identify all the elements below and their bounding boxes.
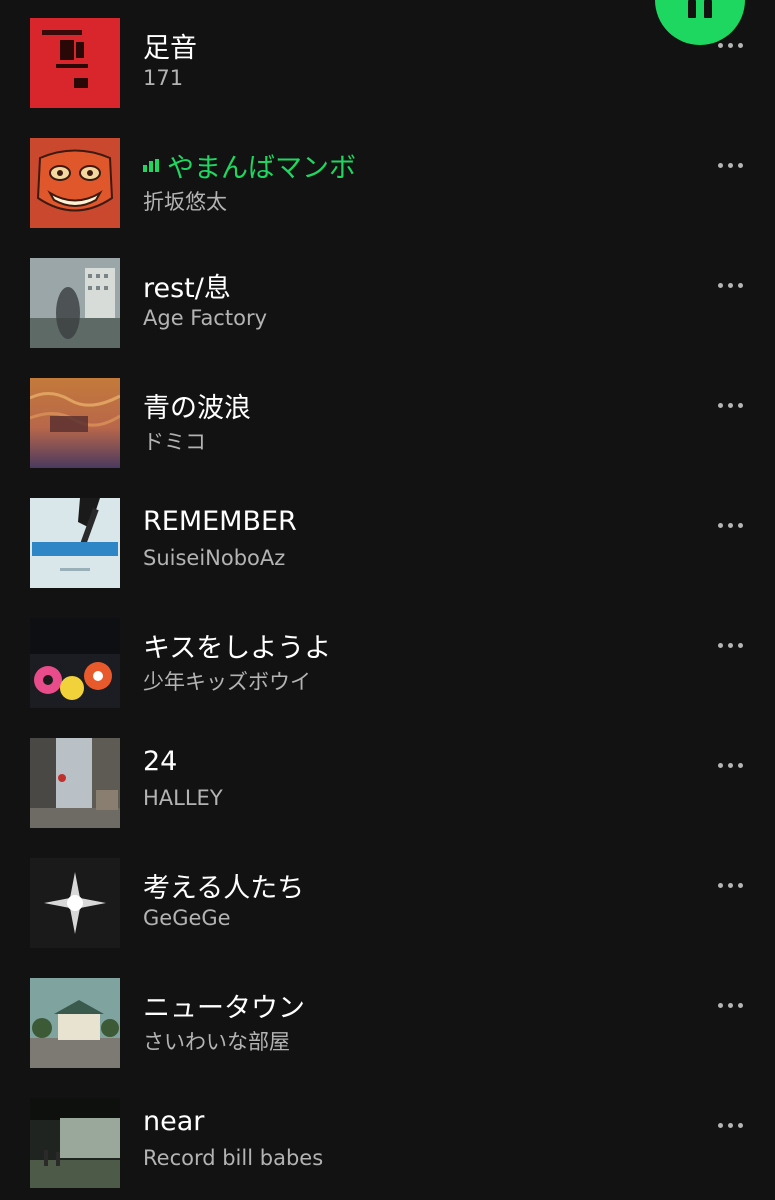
album-art (30, 498, 120, 588)
track-title: 考える人たち (143, 873, 305, 904)
track-row[interactable]: ニュータウン さいわいな部屋 (0, 960, 775, 1080)
track-title: near (143, 1106, 205, 1137)
album-art (30, 138, 120, 228)
album-art (30, 738, 120, 828)
more-options-button[interactable] (708, 398, 752, 412)
album-art (30, 978, 120, 1068)
track-row[interactable]: near Record bill babes (0, 1080, 775, 1200)
track-title: 24 (143, 746, 178, 777)
more-options-button[interactable] (708, 518, 752, 532)
track-artist: HALLEY (143, 786, 223, 810)
more-options-button[interactable] (708, 1118, 752, 1132)
track-title: rest/息 (143, 273, 231, 304)
album-art (30, 1098, 120, 1188)
album-art (30, 858, 120, 948)
track-artist: さいわいな部屋 (143, 1030, 290, 1054)
track-title: ニュータウン (143, 993, 305, 1024)
album-art (30, 258, 120, 348)
track-row[interactable]: 足音 171 (0, 0, 775, 120)
track-row[interactable]: rest/息 Age Factory (0, 240, 775, 360)
track-artist: Age Factory (143, 306, 268, 330)
track-row[interactable]: やまんばマンボ 折坂悠太 (0, 120, 775, 240)
track-artist: ドミコ (143, 430, 206, 454)
track-title: REMEMBER (143, 506, 297, 537)
more-options-button[interactable] (708, 998, 752, 1012)
track-artist: Record bill babes (143, 1146, 324, 1170)
track-row[interactable]: キスをしようよ 少年キッズボウイ (0, 600, 775, 720)
track-row[interactable]: 24 HALLEY (0, 720, 775, 840)
album-art (30, 378, 120, 468)
playlist-screen: 足音 171 やまんばマンボ 折坂悠太 rest/息 Age Factory 青… (0, 0, 775, 1200)
now-playing-equalizer-icon (143, 159, 159, 172)
track-title: やまんばマンボ (143, 146, 356, 185)
track-artist: 171 (143, 66, 184, 90)
track-row[interactable]: 考える人たち GeGeGe (0, 840, 775, 960)
more-options-button[interactable] (708, 38, 752, 52)
track-title: キスをしようよ (143, 633, 332, 664)
more-options-button[interactable] (708, 638, 752, 652)
more-options-button[interactable] (708, 758, 752, 772)
track-artist: GeGeGe (143, 906, 231, 930)
track-artist: 折坂悠太 (143, 190, 227, 214)
track-title: 青の波浪 (143, 393, 251, 424)
more-options-button[interactable] (708, 158, 752, 172)
track-row[interactable]: REMEMBER SuiseiNoboAz (0, 480, 775, 600)
track-artist: SuiseiNoboAz (143, 546, 286, 570)
album-art (30, 618, 120, 708)
more-options-button[interactable] (708, 878, 752, 892)
more-options-button[interactable] (708, 278, 752, 292)
track-title: 足音 (143, 33, 197, 64)
track-artist: 少年キッズボウイ (143, 670, 311, 694)
track-row[interactable]: 青の波浪 ドミコ (0, 360, 775, 480)
album-art (30, 18, 120, 108)
